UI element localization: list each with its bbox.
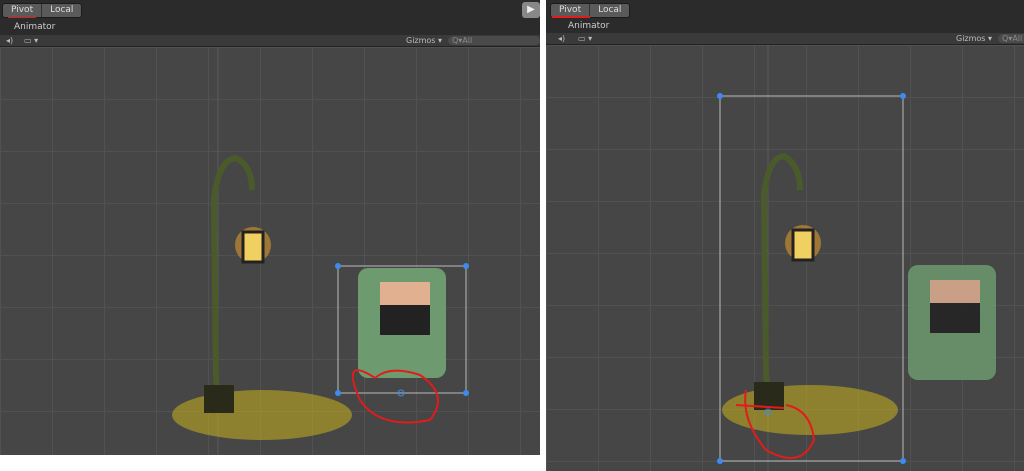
character-sprite [908, 265, 996, 380]
lamp-post [204, 154, 271, 413]
light-glow [172, 390, 352, 440]
light-glow [722, 385, 898, 435]
scene-panel-right: Pivot Local Animator ◂) ▭ ▾ Gizmos ▾ Q▾A… [546, 0, 1024, 471]
red-circle-annotation [351, 369, 439, 424]
lamp-post [754, 152, 821, 410]
scene-objects [172, 47, 469, 455]
character-sprite [358, 268, 446, 378]
scene-objects [717, 45, 996, 471]
scene-panel-left: Pivot Local ▶ Animator ◂) ▭ ▾ Gizmos ▾ Q… [0, 0, 540, 455]
